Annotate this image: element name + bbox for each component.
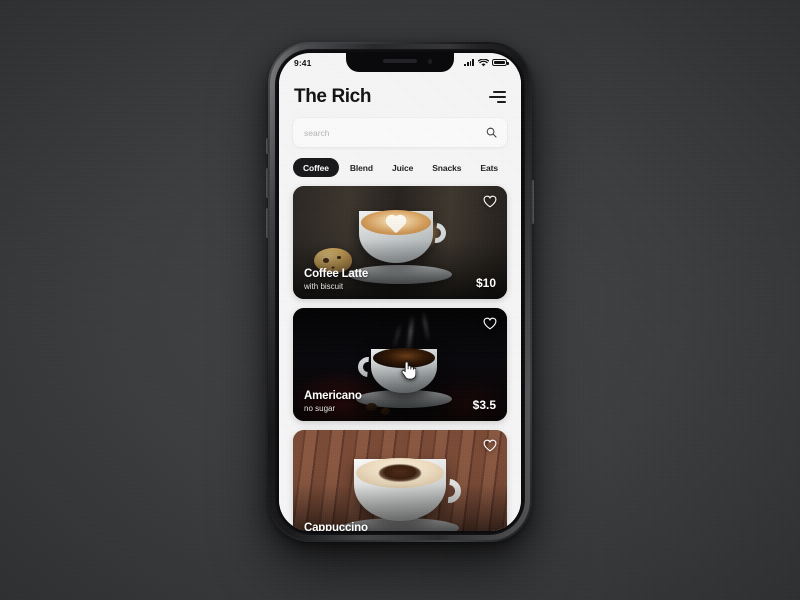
category-tab-label: Snacks — [432, 162, 462, 173]
category-tab-label: Juice — [391, 162, 414, 173]
category-tab-label: Eats — [480, 162, 498, 173]
category-tab-juice[interactable]: Juice — [384, 158, 421, 177]
product-subtitle: with biscuit — [304, 282, 344, 291]
phone-volume-up-button[interactable] — [266, 168, 269, 198]
product-name: Americano — [304, 389, 362, 402]
product-card-cappuccino[interactable]: Cappuccino — [293, 430, 507, 531]
product-info: Americano no sugar — [304, 389, 362, 413]
category-tab-label: Blend — [349, 162, 373, 173]
category-tabs: Coffee Blend Juice Snacks Eats — [279, 147, 521, 186]
desk-backdrop: 9:41 The Rich search Coffee Blend Juice … — [0, 0, 800, 600]
phone-power-button[interactable] — [531, 180, 534, 224]
heart-outline-icon[interactable] — [483, 317, 497, 330]
search-bar[interactable] — [293, 118, 507, 147]
app-content: The Rich search Coffee Blend Juice Snack… — [279, 72, 521, 531]
search-input[interactable] — [304, 127, 480, 138]
battery-icon — [492, 58, 509, 67]
category-tab-snacks[interactable]: Snacks — [424, 158, 469, 177]
search-icon[interactable] — [486, 127, 497, 138]
app-title: The Rich — [294, 86, 372, 107]
product-price: $10 — [475, 276, 496, 290]
category-tab-coffee[interactable]: Coffee — [293, 158, 339, 177]
product-card-coffee-latte[interactable]: Coffee Latte with biscuit $10 — [293, 186, 507, 299]
cellular-signal-icon — [464, 59, 474, 66]
status-bar: 9:41 — [279, 53, 521, 72]
phone-mute-switch[interactable] — [266, 138, 269, 154]
search-section — [279, 118, 521, 147]
heart-outline-icon[interactable] — [483, 439, 497, 452]
heart-outline-icon[interactable] — [483, 195, 497, 208]
product-info: Cappuccino — [304, 521, 368, 531]
wifi-icon — [477, 58, 489, 67]
phone-device-mockup: 9:41 The Rich search Coffee Blend Juice … — [266, 42, 534, 542]
product-price: $3.5 — [472, 398, 496, 412]
product-subtitle: no sugar — [304, 404, 336, 413]
product-name: Coffee Latte — [304, 267, 369, 280]
category-tab-eats[interactable]: Eats — [472, 158, 506, 177]
status-bar-time: 9:41 — [294, 57, 312, 68]
product-name: Cappuccino — [304, 521, 368, 531]
card-gradient-overlay — [293, 430, 507, 531]
product-list: Coffee Latte with biscuit $10 Americano … — [279, 186, 521, 531]
product-card-americano[interactable]: Americano no sugar $3.5 — [293, 308, 507, 421]
product-info: Coffee Latte with biscuit — [304, 267, 368, 291]
status-bar-icons — [464, 58, 509, 67]
phone-screen: 9:41 The Rich search Coffee Blend Juice … — [279, 53, 521, 531]
app-header: The Rich — [279, 72, 521, 118]
category-tab-blend[interactable]: Blend — [342, 158, 381, 177]
hamburger-menu-icon[interactable] — [489, 91, 506, 103]
phone-volume-down-button[interactable] — [266, 208, 269, 238]
category-tab-label: Coffee — [303, 162, 329, 173]
